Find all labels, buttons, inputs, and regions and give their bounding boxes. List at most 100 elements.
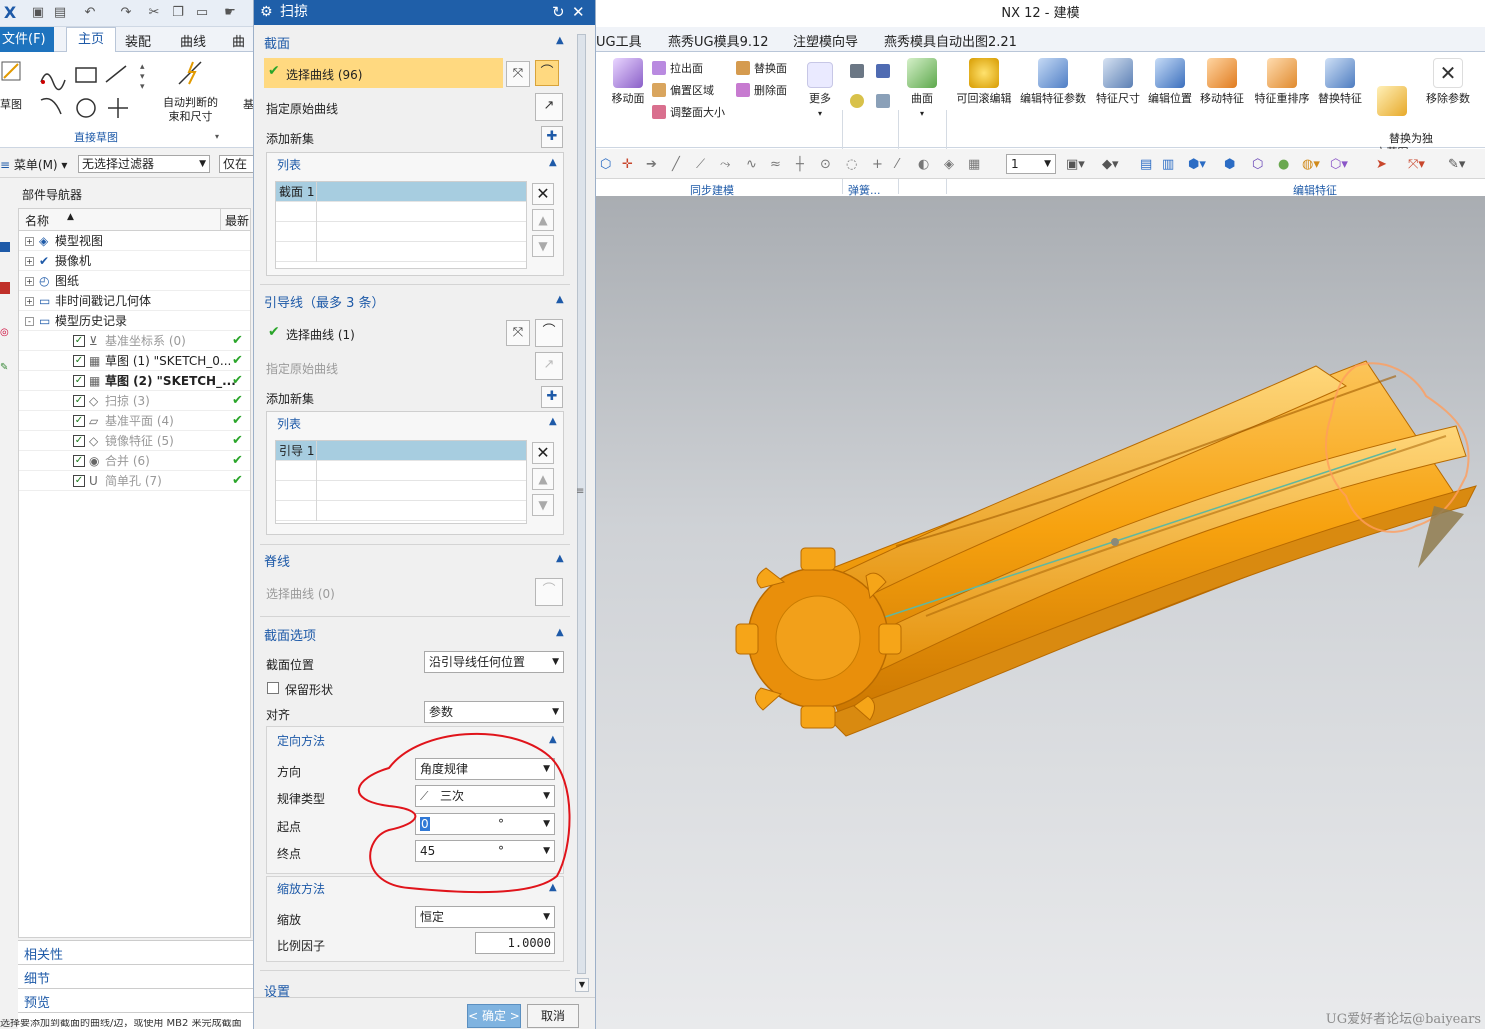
align-select[interactable]: 参数 ▼ [424, 701, 564, 723]
ok-button[interactable]: < 确定 > [467, 1004, 521, 1028]
copy-icon[interactable]: ❐ [170, 5, 186, 21]
guides-select-curve-label[interactable]: 选择曲线 (1) [286, 326, 355, 343]
undo-icon[interactable]: ↶ [82, 5, 98, 21]
move-down-icon[interactable]: ▼ [532, 235, 554, 257]
snap-icon[interactable]: ╱ [672, 157, 680, 172]
move-feature-button[interactable]: 移动特征 [1198, 58, 1246, 106]
tree-row[interactable]: + ✔ 摄像机 [19, 251, 250, 271]
tree-row[interactable]: ✓ ▦ 草图 (1) "SKETCH_0... ✔ [19, 351, 250, 371]
tree-row[interactable]: ✓ U 简单孔 (7) ✔ [19, 471, 250, 491]
snap-icon[interactable]: ∿ [746, 157, 757, 172]
snap-icon[interactable]: ◌ [846, 157, 857, 172]
view-icon[interactable]: ⬢ [1224, 157, 1235, 172]
feature-dimension-button[interactable]: 特征尺寸 [1094, 58, 1142, 106]
tree-row[interactable]: ✓ ▱ 基准平面 (4) ✔ [19, 411, 250, 431]
surface-button[interactable]: 曲面 ▾ [904, 58, 940, 119]
collapse-caret-icon[interactable]: ▲ [556, 35, 564, 46]
view-icon[interactable]: ➤ [1376, 157, 1387, 172]
tree-row[interactable]: + ◴ 图纸 [19, 271, 250, 291]
type-filter-select[interactable]: 无选择过滤器 ▼ [78, 155, 210, 173]
tree-row[interactable]: + ▭ 非时间戳记几何体 [19, 291, 250, 311]
touch-mode-icon[interactable]: ☛ [222, 5, 238, 21]
visibility-checkbox[interactable]: ✓ [73, 395, 85, 407]
sketch-label[interactable]: 草图 [0, 96, 22, 112]
tree-row[interactable]: ✓ ▦ 草图 (2) "SKETCH_... ✔ [19, 371, 250, 391]
auto-constraint-icon[interactable] [175, 58, 207, 88]
cut-icon[interactable]: ✂ [146, 5, 162, 21]
resource-tab-icon[interactable] [0, 282, 10, 294]
expand-toggle-icon[interactable]: + [25, 237, 34, 246]
add-new-set-button[interactable]: ✚ [541, 126, 563, 148]
ribbon-more-arrows[interactable]: ▴ ▾ ▾ [140, 62, 145, 92]
save-icon[interactable]: ▣ [30, 5, 46, 21]
cancel-button[interactable]: 取消 [527, 1004, 579, 1028]
edit-position-button[interactable]: 编辑位置 [1146, 58, 1194, 106]
select-curve-icon[interactable]: ⌒ [535, 319, 563, 347]
redo-icon[interactable]: ↷ [118, 5, 134, 21]
tab-yanxiu-drawing[interactable]: 燕秀模具自动出图2.21 [884, 31, 1017, 50]
orientation-header[interactable]: 定向方法 [277, 732, 325, 749]
reset-icon[interactable]: ↻ [552, 0, 565, 25]
dialog-scrollbar[interactable]: ≡ ▼ [574, 28, 590, 998]
visibility-checkbox[interactable]: ✓ [73, 375, 85, 387]
collapse-caret-icon[interactable]: ▲ [556, 553, 564, 564]
tree-row[interactable]: ✓ ⊻ 基准坐标系 (0) ✔ [19, 331, 250, 351]
section-select-curve-row[interactable]: ✔ 选择曲线 (96) [264, 58, 503, 88]
reorder-feature-button[interactable]: 特征重排序 [1252, 58, 1312, 106]
scaling-header[interactable]: 缩放方法 [277, 880, 325, 897]
preserve-shape-checkbox[interactable] [267, 682, 279, 694]
tab-ug-tools[interactable]: UG工具 [596, 31, 642, 50]
snap-icon[interactable]: ⤳ [720, 157, 730, 172]
snap-icon[interactable]: ┼ [796, 157, 804, 172]
select-curve-icon[interactable]: ⌒ [535, 60, 559, 86]
snap-icon[interactable]: + [872, 157, 883, 172]
column-latest[interactable]: 最新 [225, 212, 249, 229]
move-up-icon[interactable]: ▲ [532, 209, 554, 231]
tab-mold-wizard[interactable]: 注塑模向导 [793, 31, 858, 50]
layer-select[interactable]: 1 ▼ [1006, 154, 1056, 174]
snap-icon[interactable]: ✛ [622, 157, 633, 172]
section-options-header[interactable]: 截面选项 [264, 625, 316, 644]
snap-icon[interactable]: ◐ [918, 157, 929, 172]
scope-filter-select[interactable]: 仅在工 [219, 155, 253, 173]
gear-icon[interactable]: ⚙ [260, 0, 273, 25]
resource-tab-icon[interactable]: ✎ [0, 362, 8, 373]
column-name[interactable]: 名称 [25, 212, 49, 229]
tab-home[interactable]: 主页 [66, 27, 116, 53]
snap-icon[interactable]: ⊙ [820, 157, 831, 172]
details-panel[interactable]: 细节 [24, 968, 50, 987]
curve-rule-icon[interactable]: ⤧ [506, 61, 530, 87]
resize-face-button[interactable]: 调整面大小 [652, 104, 725, 120]
sketch-curve-tools-icon[interactable] [38, 62, 138, 122]
remove-params-button[interactable]: ✕ 移除参数 [1422, 58, 1474, 106]
section-list-header[interactable]: 列表 [277, 156, 301, 173]
spring-tool-icon[interactable] [850, 64, 868, 78]
view-icon[interactable]: ⬡▾ [1330, 157, 1348, 172]
move-up-icon[interactable]: ▲ [532, 468, 554, 490]
snap-icon[interactable]: ≈ [770, 157, 781, 172]
expand-toggle-icon[interactable]: + [25, 257, 34, 266]
view-icon[interactable]: ⤧▾ [1408, 157, 1425, 172]
resource-tab-icon[interactable]: ◎ [0, 327, 9, 338]
replace-face-button[interactable]: 替换面 [736, 60, 787, 76]
nx-logo-icon[interactable]: X [2, 5, 18, 21]
collapse-caret-icon[interactable]: ▲ [556, 627, 564, 638]
visibility-checkbox[interactable]: ✓ [73, 415, 85, 427]
swept-body-model[interactable] [596, 196, 1485, 1029]
spring-tool-icon[interactable] [876, 64, 894, 78]
view-icon[interactable]: ▤ [1140, 157, 1152, 172]
view-icon[interactable]: ⬢▾ [1188, 157, 1206, 172]
close-icon[interactable]: ✕ [572, 0, 585, 25]
preview-panel[interactable]: 预览 [24, 992, 50, 1011]
tab-curve[interactable]: 曲线 [180, 31, 206, 50]
remove-icon[interactable]: ✕ [532, 442, 554, 464]
guides-list-header[interactable]: 列表 [277, 415, 301, 432]
view-icon[interactable]: ⬡ [1252, 157, 1263, 172]
expand-toggle-icon[interactable]: - [25, 317, 34, 326]
render-style-icon[interactable]: ◆▾ [1102, 157, 1119, 172]
snap-icon[interactable]: ▦ [968, 157, 980, 172]
list-row[interactable]: 引导 1 [276, 441, 526, 461]
graphics-viewport[interactable]: UG爱好者论坛@baiyears [596, 196, 1485, 1029]
view-icon[interactable]: ● [1278, 157, 1289, 172]
tree-row[interactable]: ✓ ◇ 镜像特征 (5) ✔ [19, 431, 250, 451]
